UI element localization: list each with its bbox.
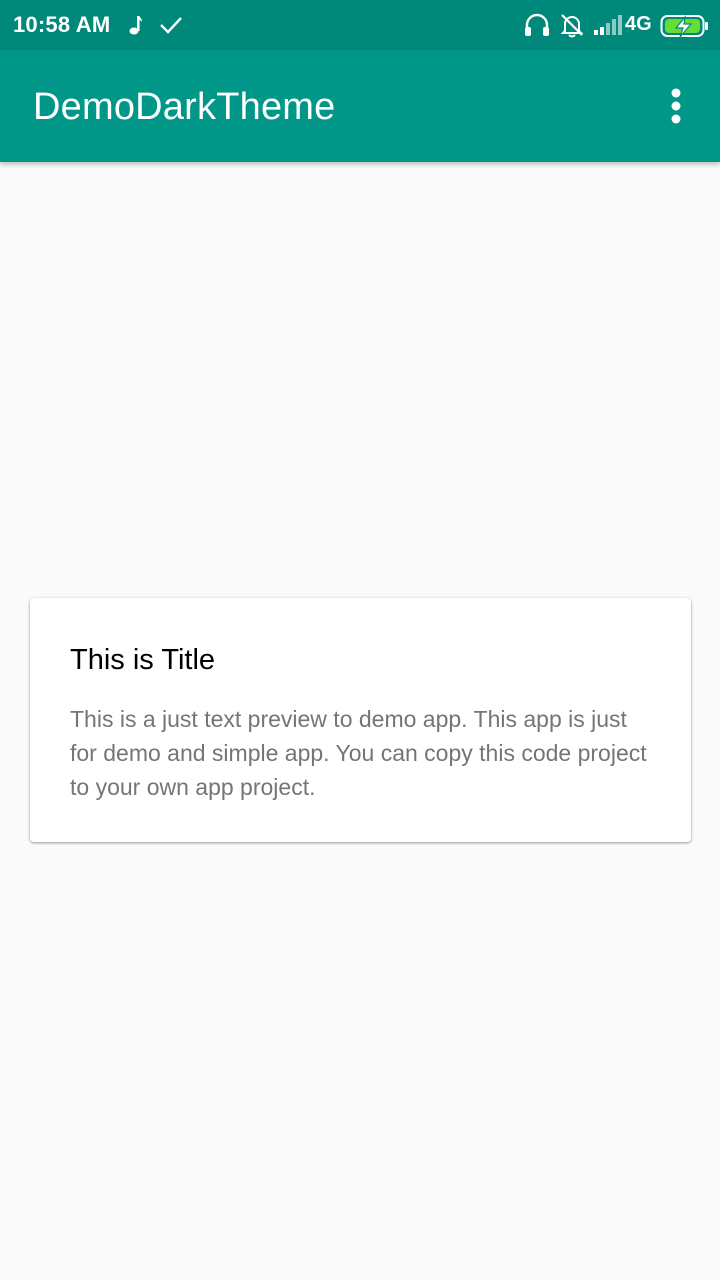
notifications-off-icon <box>559 12 585 43</box>
headset-icon <box>523 12 551 43</box>
overflow-menu-button[interactable] <box>656 82 696 130</box>
card-body-text: This is a just text preview to demo app.… <box>70 706 647 800</box>
card-title: This is Title <box>70 644 216 676</box>
battery-charging-icon <box>660 13 710 44</box>
music-note-icon <box>128 14 144 41</box>
app-title: DemoDarkTheme <box>33 86 336 128</box>
check-icon <box>159 16 183 39</box>
network-type: 4G <box>625 13 652 35</box>
status-bar: 10:58 AM 4G <box>0 0 720 50</box>
more-vert-icon <box>671 88 681 124</box>
status-time: 10:58 AM <box>13 12 111 37</box>
signal-icon <box>593 14 623 41</box>
info-card: This is Title This is a just text previe… <box>30 598 691 842</box>
app-bar: DemoDarkTheme <box>0 50 720 162</box>
